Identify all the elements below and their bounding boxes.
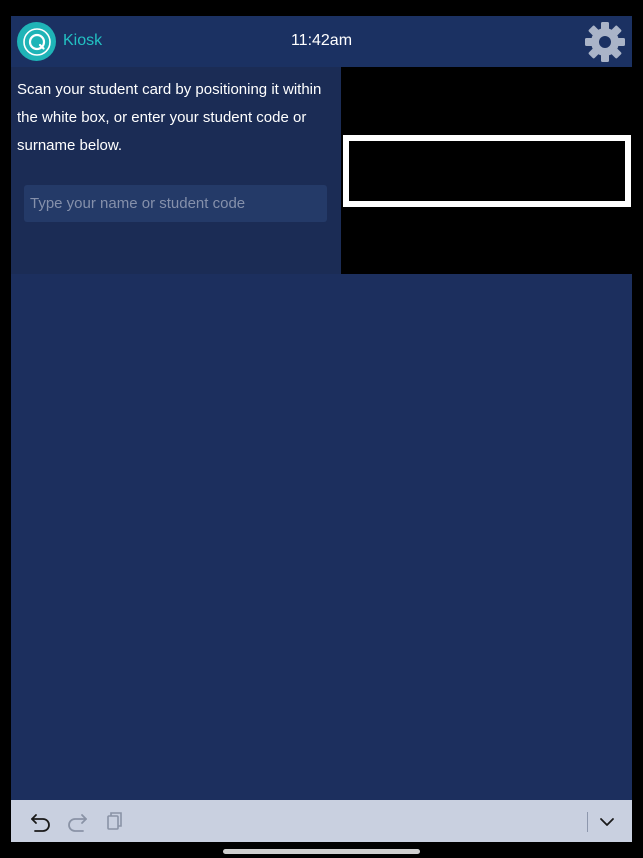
keyboard-shortcut-bar [11,800,632,842]
home-indicator[interactable] [223,849,420,854]
kiosk-app: Kiosk 11:42am Scan your student card by … [11,16,632,842]
scan-target-box [343,135,631,207]
scan-instructions-panel: Scan your student card by positioning it… [11,67,341,274]
camera-preview [341,67,632,274]
header-bar: Kiosk 11:42am [11,16,632,67]
redo-icon[interactable] [65,810,89,832]
student-search-input[interactable] [24,185,327,222]
clipboard-icon[interactable] [103,810,127,832]
results-area [11,274,632,800]
scan-instructions: Scan your student card by positioning it… [17,81,322,154]
chevron-down-icon[interactable] [595,810,619,832]
undo-icon[interactable] [29,810,53,832]
gear-icon[interactable] [584,21,626,63]
toolbar-divider [587,812,588,832]
clock: 11:42am [290,32,353,49]
